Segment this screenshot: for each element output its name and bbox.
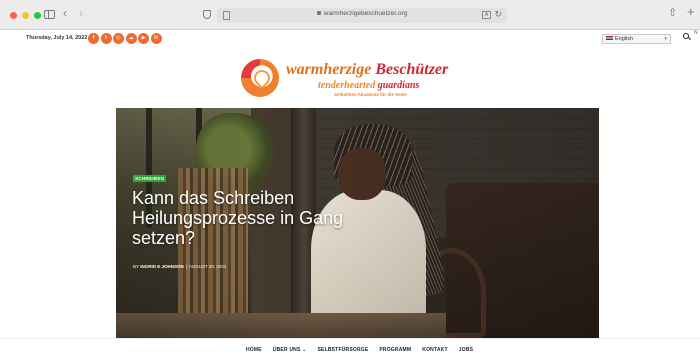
social-links: f t ◎ ☁ ▶ ✉: [88, 33, 162, 44]
site-title[interactable]: warmherzige Beschützer: [286, 61, 448, 79]
forward-arrow-icon[interactable]: ›: [79, 7, 83, 19]
site-title-part-1: warmherzige: [286, 61, 372, 78]
current-date: Thursday, July 14, 2022: [26, 35, 88, 41]
reload-icon[interactable]: ↻: [494, 9, 502, 20]
nav-item[interactable]: SELBSTFÜRSORGE: [318, 347, 369, 353]
search-icon[interactable]: [683, 33, 689, 39]
language-value: English: [615, 36, 634, 42]
sidebar-toggle-icon[interactable]: [44, 10, 55, 19]
window-controls: [10, 12, 41, 19]
privacy-shield-icon[interactable]: [203, 10, 211, 19]
main-nav: HOME ÜBER UNS ⌄ SELBSTFÜRSORGE PROGRAMM KONT…: [0, 338, 700, 353]
site-tagline: Selbstlöse Akademie für die Seele: [334, 92, 407, 97]
close-window-button[interactable]: [10, 12, 17, 19]
address-bar[interactable]: warmherzigebeschuetzer.org A ↻: [217, 8, 507, 23]
site-subtitle-part-2: guardians: [377, 80, 420, 91]
byline-prefix: BY: [133, 264, 139, 269]
nav-item[interactable]: PROGRAMM: [379, 347, 411, 353]
us-flag-icon: [606, 36, 613, 40]
translate-icon[interactable]: A: [482, 11, 491, 19]
language-select[interactable]: English ▾: [602, 34, 671, 44]
instagram-icon[interactable]: ◎: [113, 33, 124, 44]
lock-icon: [316, 11, 321, 15]
category-badge[interactable]: SCHREIBEN: [133, 175, 167, 182]
article-byline: BY INGRID E JOHNSON | AUGUST 20, 2021: [133, 264, 226, 269]
url-text: warmherzigebeschuetzer.org: [323, 10, 408, 17]
nav-item[interactable]: HOME: [246, 347, 262, 353]
browser-toolbar: ‹ › warmherzigebeschuetzer.org A ↻ ⇧ +: [0, 0, 700, 30]
zoom-window-button[interactable]: [34, 12, 41, 19]
site-logo-icon[interactable]: [241, 59, 279, 97]
site-topbar: Thursday, July 14, 2022 f t ◎ ☁ ▶ ✉ English ▾: [0, 30, 700, 48]
nav-items: HOME ÜBER UNS ⌄ SELBSTFÜRSORGE PROGRAMM KONT…: [246, 347, 473, 353]
back-arrow-icon[interactable]: ‹: [63, 7, 67, 19]
site-subtitle-part-1: tenderhearted: [318, 80, 376, 91]
site-subtitle: tenderhearted guardians: [318, 80, 419, 91]
twitter-icon[interactable]: t: [100, 33, 112, 44]
site-title-part-2: Beschützer: [375, 61, 449, 78]
email-icon[interactable]: ✉: [150, 33, 162, 44]
youtube-icon[interactable]: ▶: [138, 33, 149, 44]
article-title[interactable]: Kann das Schreiben Heilungsprozesse in G…: [132, 188, 352, 248]
nav-item[interactable]: KONTAKT: [422, 347, 447, 353]
byline-separator: |: [185, 264, 187, 269]
article-date: AUGUST 20, 2021: [188, 264, 227, 269]
nav-item[interactable]: ÜBER UNS ⌄: [273, 347, 307, 353]
minimize-window-button[interactable]: [22, 12, 29, 19]
facebook-icon[interactable]: f: [88, 33, 99, 44]
soundcloud-icon[interactable]: ☁: [125, 33, 137, 44]
author-link[interactable]: INGRID E JOHNSON: [140, 264, 184, 269]
nav-item[interactable]: JOBS: [459, 347, 473, 353]
url-display[interactable]: warmherzigebeschuetzer.org: [217, 10, 507, 17]
share-icon[interactable]: ⇧: [668, 8, 677, 19]
new-tab-icon[interactable]: +: [687, 5, 695, 18]
chevron-down-icon: ▾: [664, 36, 667, 42]
